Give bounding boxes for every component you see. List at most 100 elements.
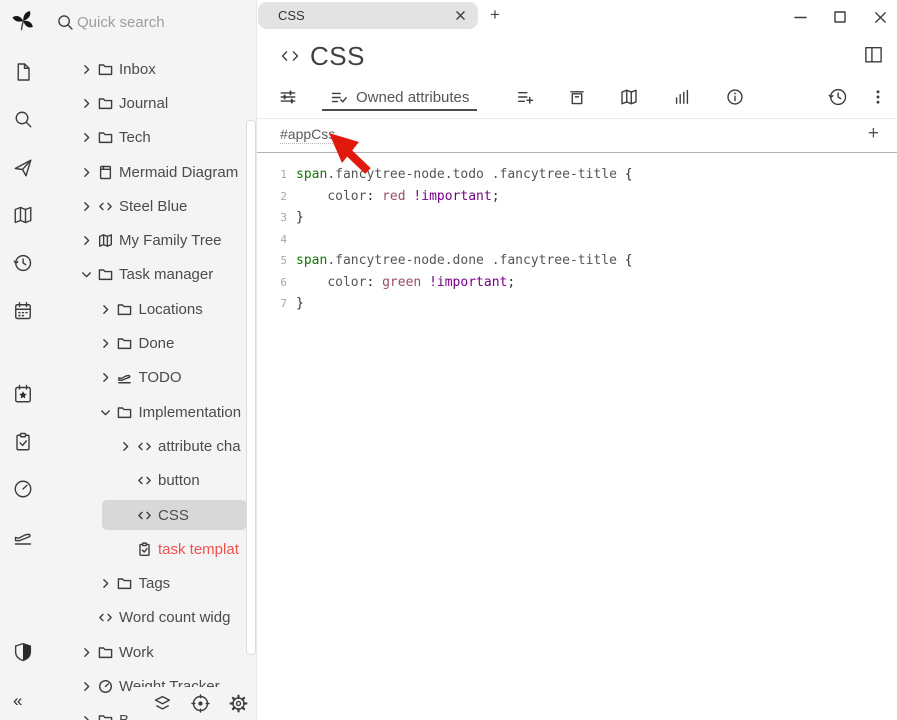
code-line[interactable]: 5span.fancytree-node.done .fancytree-tit… (256, 250, 897, 272)
chevron-right-icon[interactable] (78, 678, 94, 694)
chevron-right-icon[interactable] (78, 644, 94, 660)
settings-icon[interactable] (227, 693, 249, 715)
task-manager-icon[interactable] (11, 430, 35, 454)
tree-item-label: Tags (139, 575, 171, 592)
folder-icon (117, 301, 133, 317)
tree-item-my-family-tree[interactable]: My Family Tree (45, 223, 256, 257)
chevron-right-icon[interactable] (78, 713, 94, 720)
jump-to-note-icon[interactable] (11, 156, 35, 180)
tree-item-task-templat[interactable]: task templat (45, 532, 256, 566)
ribbon-tab-basic-properties[interactable] (270, 81, 306, 113)
more-menu-button[interactable] (860, 81, 896, 113)
note-tree: InboxJournal Tech Mermaid DiagramSteel Blu… (45, 52, 256, 720)
tree-item-locations[interactable]: Locations (45, 292, 256, 326)
gauge-icon (97, 678, 113, 694)
target-icon[interactable] (189, 693, 211, 715)
tab-css[interactable]: CSS (258, 2, 478, 29)
ribbon-tab-note-map[interactable] (611, 81, 647, 113)
code-line[interactable]: 1span.fancytree-node.todo .fancytree-tit… (256, 164, 897, 186)
new-tab-button[interactable]: + (484, 4, 506, 26)
dashboard-icon[interactable] (11, 477, 35, 501)
tree-item-done[interactable]: Done (45, 326, 256, 360)
tree-item-label: B (119, 712, 129, 720)
chevron-right-icon[interactable] (98, 336, 114, 352)
code-line[interactable]: 6 color: green !important; (256, 272, 897, 294)
close-button[interactable] (866, 5, 894, 29)
folder-icon (97, 130, 113, 146)
events-icon[interactable] (11, 382, 35, 406)
chevron-right-icon[interactable] (117, 438, 133, 454)
chevron-right-icon[interactable] (78, 198, 94, 214)
code-line[interactable]: 7} (256, 293, 897, 315)
tree-item-button[interactable]: button (45, 464, 256, 498)
tree-item-word-count-widg[interactable]: Word count widg (45, 601, 256, 635)
tree-item-inbox[interactable]: Inbox (45, 52, 256, 86)
code-editor[interactable]: 1span.fancytree-node.todo .fancytree-tit… (256, 164, 897, 720)
chevron-right-icon[interactable] (78, 164, 94, 180)
chevron-down-icon[interactable] (78, 267, 94, 283)
ribbon-tab-owned-attributes[interactable]: Owned attributes (322, 76, 477, 118)
tree-scrollbar-thumb[interactable] (246, 120, 256, 655)
chevron-right-icon[interactable] (98, 370, 114, 386)
ribbon-toolbar: Owned attributes (256, 76, 897, 119)
chevron-right-icon[interactable] (78, 61, 94, 77)
tree-item-label: Word count widg (119, 609, 230, 626)
tree-item-css[interactable]: CSS (45, 498, 256, 532)
ribbon-tab-note-info[interactable] (717, 81, 753, 113)
recent-changes-icon[interactable] (11, 251, 35, 275)
chevron-right-icon[interactable] (78, 95, 94, 111)
minimize-button[interactable] (786, 5, 814, 29)
tree-item-label: Tech (119, 129, 151, 146)
new-note-icon[interactable] (11, 60, 35, 84)
quick-search-input[interactable] (47, 8, 257, 36)
code-line[interactable]: 4 (256, 229, 897, 251)
search-icon (56, 13, 74, 31)
maximize-button[interactable] (826, 5, 854, 29)
travel-icon[interactable] (11, 525, 35, 549)
folder-icon (97, 61, 113, 77)
tree-item-attribute-cha[interactable]: attribute cha (45, 429, 256, 463)
tree-item-work[interactable]: Work (45, 635, 256, 669)
main-pane: CSS + CSS Owned attributes #appCss + 1sp… (256, 0, 897, 720)
code-note-icon (280, 46, 300, 66)
layers-icon[interactable] (151, 693, 173, 715)
chevron-right-icon[interactable] (98, 301, 114, 317)
revisions-button[interactable] (820, 81, 856, 113)
note-map-icon[interactable] (11, 203, 35, 227)
collapse-tree-button[interactable]: « (13, 691, 22, 711)
quick-search (47, 8, 242, 36)
tree-item-todo[interactable]: TODO (45, 361, 256, 395)
calendar-icon[interactable] (11, 299, 35, 323)
ribbon-tab-note-paths[interactable] (559, 81, 595, 113)
code-text: color: red !important; (296, 186, 500, 208)
add-attribute-button[interactable]: + (868, 123, 879, 145)
code-line[interactable]: 3} (256, 207, 897, 229)
tree-item-implementation[interactable]: Implementation (45, 395, 256, 429)
tab-bar: CSS + (256, 0, 897, 32)
code-line[interactable]: 2 color: red !important; (256, 186, 897, 208)
tree-item-mermaid-diagram[interactable]: Mermaid Diagram (45, 155, 256, 189)
search-icon[interactable] (11, 107, 35, 131)
protected-session-icon[interactable] (11, 640, 35, 664)
tree-item-tags[interactable]: Tags (45, 566, 256, 600)
ribbon-tab-similar-notes[interactable] (664, 81, 700, 113)
code-icon (97, 198, 113, 214)
chevron-right-icon[interactable] (78, 130, 94, 146)
chevron-down-icon[interactable] (98, 404, 114, 420)
ribbon-tab-label: Owned attributes (356, 89, 469, 106)
note-title[interactable]: CSS (310, 41, 365, 72)
tab-close-icon[interactable] (450, 6, 470, 26)
chevron-right-icon[interactable] (78, 233, 94, 249)
tree-item-task-manager[interactable]: Task manager (45, 258, 256, 292)
code-icon (136, 473, 152, 489)
chevron-right-icon[interactable] (98, 576, 114, 592)
tree-item-journal[interactable]: Journal (45, 86, 256, 120)
tree-item-label: attribute cha (158, 438, 241, 455)
tree-item-steel-blue[interactable]: Steel Blue (45, 189, 256, 223)
attribute-appcss[interactable]: #appCss (280, 126, 335, 144)
ribbon-tab-inherited-attributes[interactable] (507, 81, 543, 113)
create-split-icon[interactable] (863, 44, 887, 68)
tree-item-tech[interactable]: Tech (45, 121, 256, 155)
line-number: 7 (256, 293, 296, 315)
map-icon (97, 233, 113, 249)
